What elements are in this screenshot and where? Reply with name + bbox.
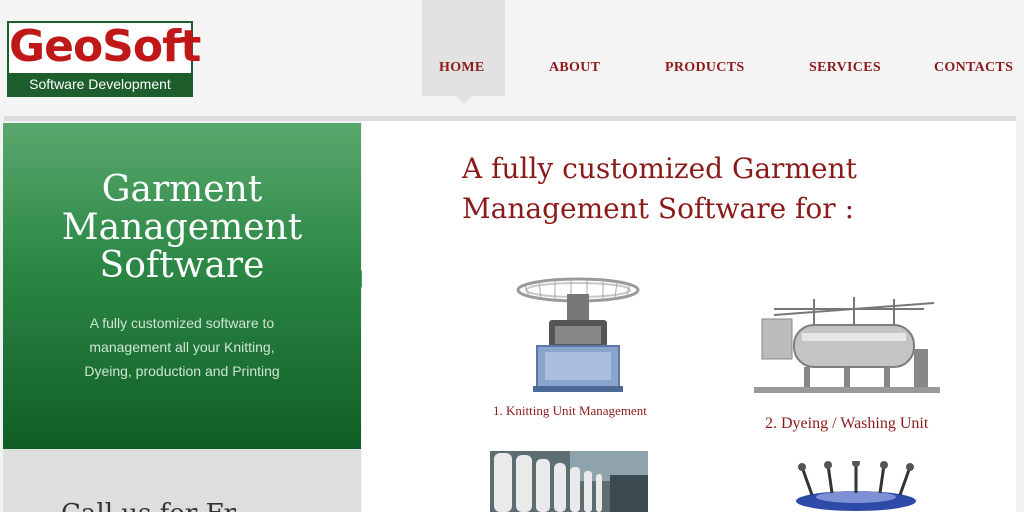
- nav-active-pointer: [456, 96, 472, 104]
- hero-description-line: Dyeing, production and Printing: [84, 363, 280, 379]
- nav-home-link[interactable]: HOME: [439, 60, 485, 76]
- hero-description-line: A fully customized software to: [89, 315, 275, 331]
- hero-title-line: Garment: [101, 169, 263, 210]
- nav-services-link[interactable]: SERVICES: [809, 60, 881, 76]
- main-navigation: HOME ABOUT PRODUCTS SERVICES CONTACTS: [420, 0, 1024, 118]
- hero-description: A fully customized software to managemen…: [63, 311, 301, 383]
- call-to-action-text: Call us for Fr: [61, 499, 236, 512]
- site-header: GeoSoft Software Development HOME ABOUT …: [0, 0, 1024, 118]
- dyeing-machine-image[interactable]: [754, 289, 940, 397]
- call-to-action-panel: Call us for Fr: [3, 449, 361, 512]
- hero-title-line: Management: [61, 207, 303, 248]
- nav-products-link[interactable]: PRODUCTS: [665, 60, 744, 76]
- nav-active-highlight: [422, 0, 505, 96]
- main-content: A fully customized Garment Management So…: [362, 121, 1016, 512]
- yarn-spinning-image[interactable]: [490, 451, 648, 512]
- dyeing-unit-caption[interactable]: 2. Dyeing / Washing Unit: [765, 415, 928, 433]
- site-logo[interactable]: GeoSoft Software Development: [7, 21, 201, 97]
- printing-machine-image[interactable]: [792, 461, 920, 512]
- logo-wordmark: GeoSoft: [9, 21, 201, 72]
- hero-description-line: management all your Knitting,: [89, 339, 275, 355]
- hero-title-line: Software: [99, 245, 265, 286]
- knitting-machine-image[interactable]: [515, 276, 641, 394]
- nav-contacts-link[interactable]: CONTACTS: [934, 60, 1013, 76]
- main-heading-line: A fully customized Garment: [462, 152, 857, 185]
- hero-panel: Garment Management Software A fully cust…: [3, 123, 361, 449]
- main-heading-line: Management Software for :: [462, 192, 854, 225]
- nav-about-link[interactable]: ABOUT: [549, 60, 600, 76]
- hero-title: Garment Management Software: [3, 171, 361, 285]
- main-heading: A fully customized Garment Management So…: [462, 149, 982, 229]
- logo-tagline: Software Development: [9, 73, 191, 95]
- knitting-unit-caption[interactable]: 1. Knitting Unit Management: [493, 403, 647, 419]
